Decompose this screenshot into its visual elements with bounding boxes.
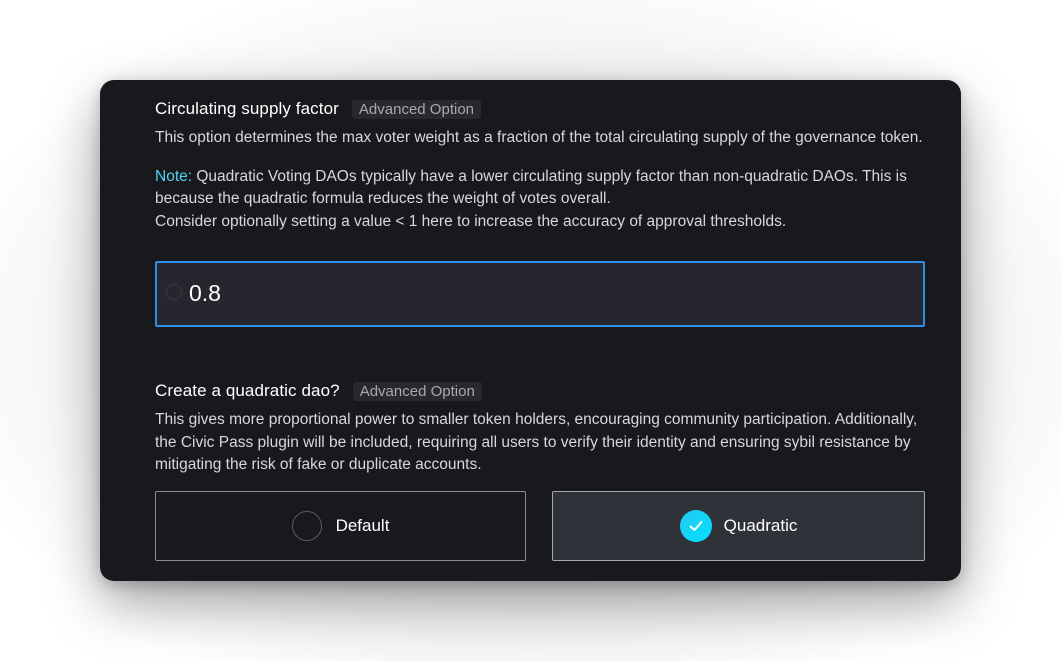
radio-unchecked-icon (291, 511, 322, 541)
supply-factor-section: Circulating supply factor Advanced Optio… (155, 98, 925, 233)
dao-settings-card: Circulating supply factor Advanced Optio… (100, 80, 961, 581)
note-text: Quadratic Voting DAOs typically have a l… (155, 167, 907, 208)
supply-factor-input[interactable] (187, 275, 889, 311)
dao-type-options: Default Quadratic (155, 491, 925, 563)
quadratic-option-button[interactable]: Quadratic (552, 491, 925, 561)
default-option-label: Default (335, 516, 390, 535)
advanced-option-badge: Advanced Option (352, 381, 482, 401)
circle-icon (166, 284, 182, 300)
check-mark-svg (689, 521, 703, 531)
supply-factor-heading-row: Circulating supply factor Advanced Optio… (155, 98, 925, 120)
quadratic-option-label: Quadratic (723, 516, 798, 535)
supply-factor-input-wrapper[interactable] (155, 261, 925, 327)
default-option-button[interactable]: Default (155, 491, 526, 561)
quadratic-description: This gives more proportional power to sm… (155, 411, 918, 473)
supply-factor-description: This option determines the max voter wei… (155, 129, 923, 146)
supply-factor-heading: Circulating supply factor (155, 99, 339, 118)
note-text-2: Consider optionally setting a value < 1 … (155, 212, 787, 230)
check-icon (679, 510, 712, 542)
quadratic-heading: Create a quadratic dao? (155, 381, 340, 400)
advanced-option-badge: Advanced Option (351, 99, 481, 119)
note-label: Note: (155, 167, 193, 185)
supply-factor-note: Note: Quadratic Voting DAOs typically ha… (155, 166, 925, 234)
quadratic-heading-row: Create a quadratic dao? Advanced Option (155, 380, 925, 402)
quadratic-section: Create a quadratic dao? Advanced Option … (155, 380, 925, 477)
